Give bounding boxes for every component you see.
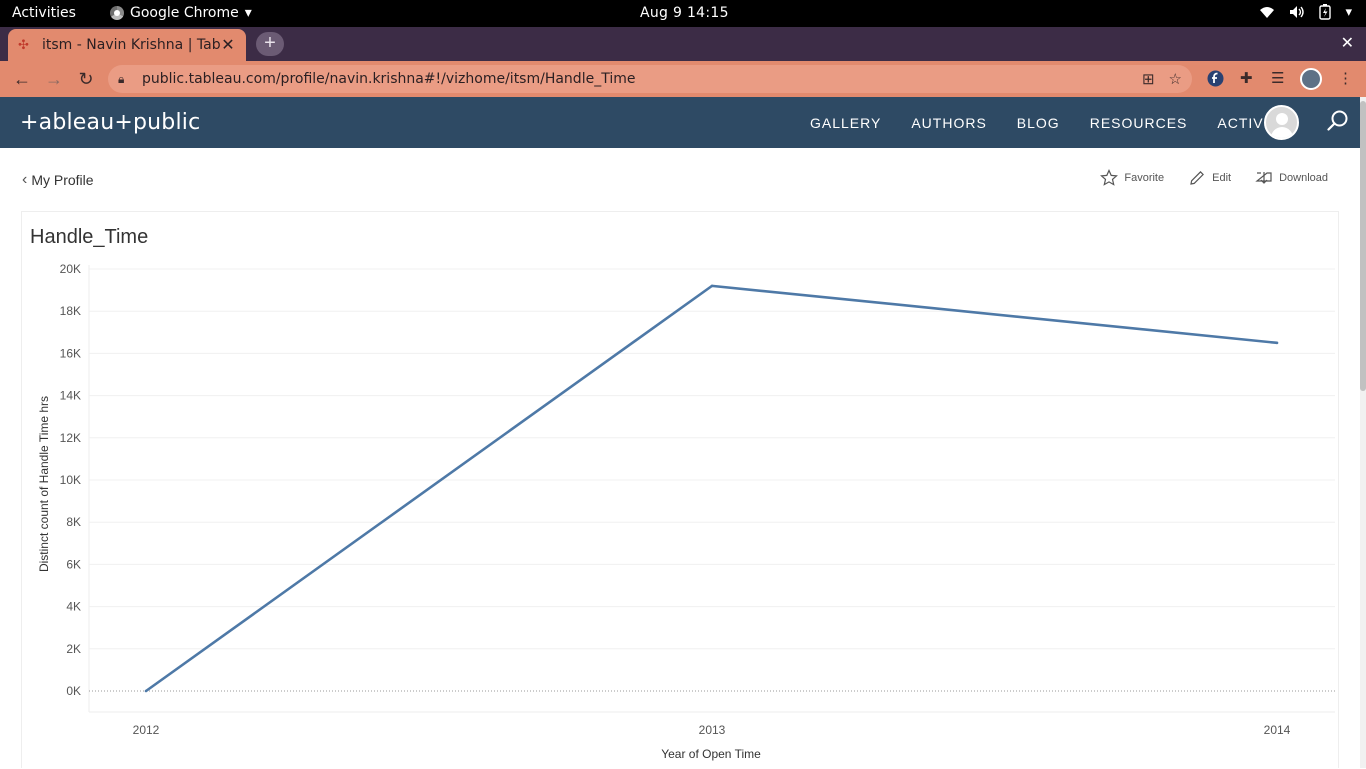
app-menu[interactable]: Google Chrome ▾ — [110, 5, 252, 21]
viz-container: Handle_Time 0K 2K 4K 6K 8K 10K 12K 14K 16K 18K 20K… — [21, 211, 1339, 768]
y-tick-label: 6K — [66, 557, 81, 571]
y-tick-label: 8K — [66, 515, 81, 529]
x-tick-label: 2012 — [133, 723, 160, 737]
media-queue-icon[interactable]: ☰ — [1271, 69, 1284, 87]
line-chart[interactable]: 0K 2K 4K 6K 8K 10K 12K 14K 16K 18K 20K 2012 2013 2014… — [22, 212, 1340, 769]
y-tick-label: 0K — [66, 684, 81, 698]
search-icon[interactable] — [1326, 109, 1350, 133]
user-avatar[interactable] — [1264, 105, 1299, 140]
more-menu-icon[interactable]: ⋮ — [1338, 69, 1353, 87]
y-tick-label: 10K — [60, 473, 81, 487]
clock[interactable]: Aug 9 14:15 — [640, 5, 729, 21]
favorite-label: Favorite — [1124, 172, 1165, 184]
x-axis-title: Year of Open Time — [661, 747, 761, 761]
system-tray[interactable]: ▾ — [1259, 4, 1352, 20]
page-scrollbar[interactable] — [1360, 97, 1366, 768]
browser-toolbar: ← → ↻ 🔒︎ public.tableau.com/profile/navi… — [0, 61, 1366, 97]
data-point — [1275, 341, 1279, 345]
y-axis-title: Distinct count of Handle Time hrs — [37, 396, 51, 572]
y-tick-label: 20K — [60, 262, 81, 276]
y-tick-label: 14K — [60, 389, 81, 403]
address-bar[interactable]: 🔒︎ public.tableau.com/profile/navin.kris… — [108, 65, 1192, 93]
chevron-left-icon: ‹ — [22, 171, 28, 188]
my-profile-label: My Profile — [31, 172, 94, 188]
tableau-favicon-icon: ✣ — [18, 37, 29, 52]
activities-button[interactable]: Activities — [12, 5, 76, 21]
viz-toolbar: ‹ My Profile Favorite Edit Download — [0, 148, 1360, 210]
caret-down-icon: ▾ — [1345, 4, 1352, 20]
lock-icon[interactable]: 🔒︎ — [118, 72, 132, 87]
volume-icon — [1290, 6, 1305, 18]
close-window-icon[interactable]: ✕ — [1341, 33, 1354, 53]
y-tick-label: 16K — [60, 346, 81, 360]
nav-blog[interactable]: BLOG — [1017, 115, 1060, 131]
url-text[interactable]: public.tableau.com/profile/navin.krishna… — [142, 71, 1128, 87]
close-tab-icon[interactable]: ✕ — [220, 35, 236, 55]
x-tick-label: 2013 — [699, 723, 726, 737]
reload-icon[interactable]: ↻ — [73, 67, 99, 91]
nav-gallery[interactable]: GALLERY — [810, 115, 881, 131]
caret-down-icon: ▾ — [244, 5, 252, 21]
translate-icon[interactable]: ⊞ — [1142, 70, 1155, 88]
site-nav: GALLERY AUTHORS BLOG RESOURCES ACTIVITY — [810, 115, 1318, 131]
forward-arrow-icon[interactable]: → — [41, 67, 67, 91]
wifi-icon — [1260, 7, 1275, 18]
scrollbar-thumb[interactable] — [1360, 101, 1366, 391]
y-tick-label: 4K — [66, 600, 81, 614]
edit-button[interactable]: Edit — [1188, 169, 1231, 187]
my-profile-link[interactable]: ‹ My Profile — [22, 171, 94, 189]
download-icon — [1255, 172, 1272, 184]
nav-authors[interactable]: AUTHORS — [911, 115, 986, 131]
system-top-bar: Activities Google Chrome ▾ Aug 9 14:15 ▾ — [0, 0, 1366, 27]
x-tick-label: 2014 — [1264, 723, 1291, 737]
data-point — [710, 284, 714, 288]
browser-tab[interactable]: ✣ itsm - Navin Krishna | Tabl ✕ — [8, 29, 246, 61]
pencil-icon — [1190, 171, 1205, 185]
edit-label: Edit — [1212, 172, 1232, 184]
battery-icon — [1319, 4, 1332, 20]
favorite-button[interactable]: Favorite — [1100, 169, 1164, 187]
download-label: Download — [1279, 172, 1328, 184]
back-arrow-icon[interactable]: ← — [9, 67, 35, 91]
download-button[interactable]: Download — [1255, 169, 1328, 187]
y-tick-label: 18K — [60, 304, 81, 318]
viz-actions: Favorite Edit Download — [1100, 169, 1328, 187]
tableau-public-logo[interactable]: +ableau+public — [20, 110, 200, 135]
data-point — [144, 689, 148, 693]
series-line — [145, 284, 1278, 693]
y-tick-label: 12K — [60, 431, 81, 445]
chrome-icon — [110, 6, 124, 20]
y-tick-label: 2K — [66, 642, 81, 656]
browser-profile-avatar[interactable] — [1300, 68, 1322, 90]
tab-strip: ✣ itsm - Navin Krishna | Tabl ✕ + ✕ — [0, 27, 1366, 61]
new-tab-button[interactable]: + — [256, 32, 284, 56]
bookmark-star-icon[interactable]: ☆ — [1169, 70, 1182, 88]
fedora-extension-icon[interactable] — [1207, 70, 1224, 91]
app-name: Google Chrome — [130, 5, 239, 21]
star-icon — [1100, 169, 1119, 186]
tab-title: itsm - Navin Krishna | Tabl — [42, 37, 220, 53]
site-header: +ableau+public GALLERY AUTHORS BLOG RESO… — [0, 97, 1360, 148]
extensions-puzzle-icon[interactable]: ✚ — [1240, 69, 1253, 87]
nav-resources[interactable]: RESOURCES — [1090, 115, 1188, 131]
